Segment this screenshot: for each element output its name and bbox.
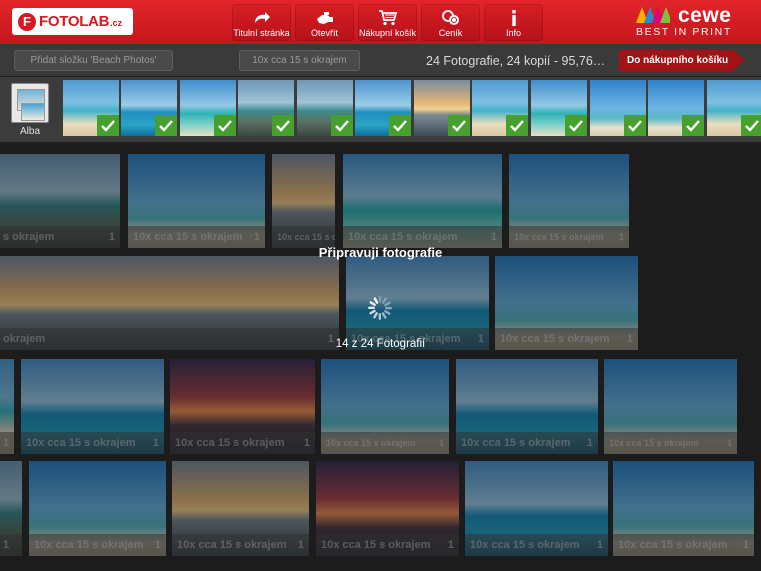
nav-open-button[interactable]: Otevřít [295,4,354,41]
selected-checkmark-icon[interactable] [682,115,704,136]
strip-thumbnail[interactable] [355,80,411,136]
main-nav: Titulní stránka Otevřít Nákupní košík Ce… [232,4,543,41]
selected-checkmark-icon[interactable] [155,115,177,136]
nav-home-label: Titulní stránka [233,28,290,38]
cewe-tagline: BEST IN PRINT [636,26,732,38]
nav-cart-label: Nákupní košík [358,28,417,38]
loading-title: Připravuji fotografie [318,245,443,260]
fotolab-logo-mark: F [18,12,36,31]
fotolab-logo[interactable]: F FOTOLAB .cz [12,8,133,35]
selected-checkmark-icon[interactable] [97,115,119,136]
strip-thumbnail[interactable] [531,80,587,136]
loading-overlay: Připravuji fotografie 14 z 24 Fotografií [0,143,761,571]
selected-checkmark-icon[interactable] [506,115,528,136]
open-hand-icon [316,12,333,24]
selected-checkmark-icon[interactable] [741,115,761,136]
strip-thumbnail[interactable] [238,80,294,136]
albums-button[interactable] [11,83,49,123]
nav-open-label: Otevřít [310,28,338,38]
print-format-button[interactable]: 10x cca 15 s okrajem [239,50,360,71]
top-header: F FOTOLAB .cz Titulní stránka Otevřít Ná… [0,0,761,44]
info-icon [511,10,516,26]
nav-home-button[interactable]: Titulní stránka [232,4,291,41]
nav-pricelist-button[interactable]: Ceník [421,4,480,41]
loading-spinner-icon [368,296,392,320]
add-folder-button[interactable]: Přidat složku 'Beach Photos' [14,50,173,71]
strip-thumbnail[interactable] [63,80,119,136]
selected-checkmark-icon[interactable] [565,115,587,136]
add-to-cart-button[interactable]: Do nákupního košíku [619,50,745,71]
thumbnail-strip[interactable]: Alba [0,77,761,143]
strip-thumbnail[interactable] [414,80,470,136]
strip-thumbnail[interactable] [648,80,704,136]
order-summary-text: 24 Fotografie, 24 kopií - 95,76… [426,54,606,68]
strip-thumbnail[interactable] [297,80,353,136]
toolbar: Přidat složku 'Beach Photos' 10x cca 15 … [0,44,761,77]
app-window: { "header": { "logo_text": "FOTOLAB", "l… [0,0,761,571]
strip-thumbnail[interactable] [590,80,646,136]
albums-label: Alba [20,126,41,137]
strip-thumbnail[interactable] [180,80,236,136]
coins-icon [441,10,459,25]
cewe-color-mark-icon [636,7,670,23]
nav-pricelist-label: Ceník [438,28,463,38]
strip-thumbnail[interactable] [472,80,528,136]
selected-checkmark-icon[interactable] [624,115,646,136]
fotolab-logo-text: FOTOLAB [39,13,110,30]
cart-icon [378,10,397,26]
selected-checkmark-icon[interactable] [331,115,353,136]
cewe-brand-name: cewe [678,4,732,27]
strip-thumbnail[interactable] [121,80,177,136]
home-arrow-icon [254,12,270,23]
strip-thumbnail[interactable] [707,80,761,136]
cewe-logo: cewe BEST IN PRINT [636,4,751,40]
nav-info-label: Info [505,28,521,38]
selected-checkmark-icon[interactable] [214,115,236,136]
selected-checkmark-icon[interactable] [448,115,470,136]
selected-checkmark-icon[interactable] [389,115,411,136]
nav-info-button[interactable]: Info [484,4,543,41]
fotolab-logo-tld: .cz [110,18,123,28]
selected-checkmark-icon[interactable] [272,115,294,136]
loading-progress-text: 14 z 24 Fotografií [335,338,426,350]
nav-cart-button[interactable]: Nákupní košík [358,4,417,41]
